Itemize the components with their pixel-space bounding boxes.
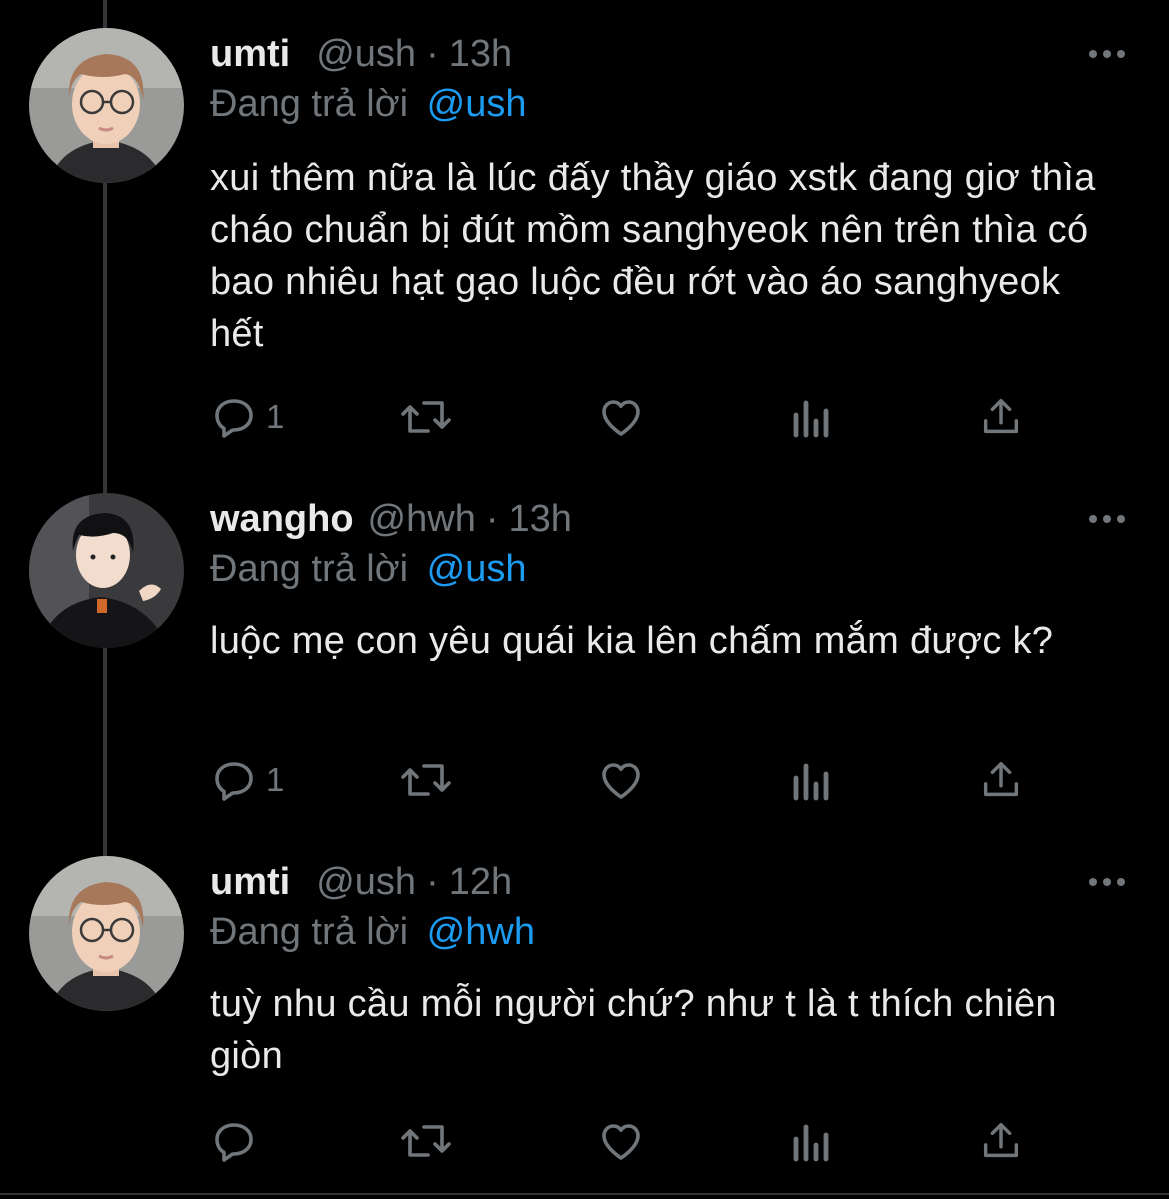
- reply-icon: [215, 399, 253, 438]
- tweet[interactable]: umti @ush · 13h Đang trả lời @ush xui th…: [0, 28, 1169, 468]
- like-button[interactable]: [596, 1116, 646, 1166]
- like-icon: [602, 763, 640, 799]
- tweet-header: umti @ush · 13h: [210, 28, 512, 80]
- like-button[interactable]: [596, 755, 646, 805]
- views-icon: [793, 400, 829, 438]
- like-button[interactable]: [596, 392, 646, 442]
- avatar[interactable]: [29, 28, 184, 183]
- timestamp[interactable]: 13h: [449, 33, 512, 76]
- views-icon: [793, 763, 829, 801]
- reply-count: 1: [266, 398, 285, 435]
- tweet-text: tuỳ nhu cầu mỗi người chứ? như t là t th…: [210, 983, 1057, 1077]
- avatar[interactable]: [29, 493, 184, 648]
- tweet-text: luộc mẹ con yêu quái kia lên chấm mắm đư…: [210, 620, 1054, 662]
- tweet-actions: 1: [210, 392, 1040, 442]
- avatar[interactable]: [29, 856, 184, 1011]
- views-button[interactable]: [790, 1116, 834, 1166]
- avatar-image: [29, 856, 184, 1011]
- timestamp[interactable]: 12h: [449, 861, 512, 904]
- replying-to-label: Đang trả lời: [210, 83, 409, 125]
- share-button[interactable]: [978, 392, 1024, 442]
- thread-line: [103, 0, 107, 30]
- share-button[interactable]: [978, 1116, 1024, 1166]
- replying-to-label: Đang trả lời: [210, 548, 409, 590]
- views-button[interactable]: [790, 755, 834, 805]
- separator: ·: [426, 860, 439, 903]
- reply-button[interactable]: [210, 1116, 266, 1166]
- divider: [0, 1193, 1169, 1195]
- retweet-button[interactable]: [396, 1116, 456, 1166]
- reply-button[interactable]: 1: [210, 392, 284, 442]
- tweet-actions: 1: [210, 755, 1040, 805]
- replying-to-label: Đang trả lời: [210, 911, 409, 953]
- avatar-image: [29, 493, 184, 648]
- reply-button[interactable]: 1: [210, 755, 284, 805]
- reply-icon: [215, 762, 253, 801]
- tweet-actions: [210, 1116, 1040, 1166]
- separator: ·: [485, 497, 499, 540]
- reply-icon: [215, 1123, 253, 1162]
- mention-link[interactable]: @hwh: [427, 911, 535, 953]
- retweet-icon: [401, 1125, 451, 1157]
- like-icon: [602, 400, 640, 436]
- more-icon[interactable]: [1087, 870, 1127, 894]
- share-icon: [983, 398, 1019, 434]
- handle[interactable]: @ush: [316, 33, 416, 76]
- display-name[interactable]: umti: [210, 33, 290, 76]
- timestamp[interactable]: 13h: [509, 498, 572, 541]
- tweet-header: umti @ush · 12h: [210, 856, 512, 908]
- handle[interactable]: @ush: [316, 861, 416, 904]
- more-icon[interactable]: [1087, 507, 1127, 531]
- display-name[interactable]: wangho: [210, 498, 354, 541]
- tweet-text: xui thêm nữa là lúc đấy thầy giáo xstk đ…: [210, 157, 1096, 355]
- mention-link[interactable]: @ush: [427, 548, 527, 590]
- replying-to: Đang trả lời @ush: [210, 548, 527, 591]
- replying-to: Đang trả lời @hwh: [210, 911, 535, 954]
- separator: ·: [426, 32, 439, 75]
- retweet-button[interactable]: [396, 392, 456, 442]
- tweet[interactable]: umti @ush · 12h Đang trả lời @hwh tuỳ nh…: [0, 856, 1169, 1186]
- share-button[interactable]: [978, 755, 1024, 805]
- retweet-icon: [401, 764, 451, 796]
- replying-to: Đang trả lời @ush: [210, 83, 527, 126]
- tweet-header: wangho @hwh · 13h: [210, 493, 572, 545]
- more-icon[interactable]: [1087, 42, 1127, 66]
- share-icon: [983, 1122, 1019, 1158]
- tweet[interactable]: wangho @hwh · 13h Đang trả lời @ush luộc…: [0, 493, 1169, 823]
- handle[interactable]: @hwh: [368, 498, 476, 541]
- display-name[interactable]: umti: [210, 861, 290, 904]
- share-icon: [983, 761, 1019, 797]
- views-button[interactable]: [790, 392, 834, 442]
- mention-link[interactable]: @ush: [427, 83, 527, 125]
- views-icon: [793, 1124, 829, 1162]
- reply-count: 1: [266, 761, 285, 798]
- retweet-button[interactable]: [396, 755, 456, 805]
- retweet-icon: [401, 401, 451, 433]
- avatar-image: [29, 28, 184, 183]
- like-icon: [602, 1124, 640, 1160]
